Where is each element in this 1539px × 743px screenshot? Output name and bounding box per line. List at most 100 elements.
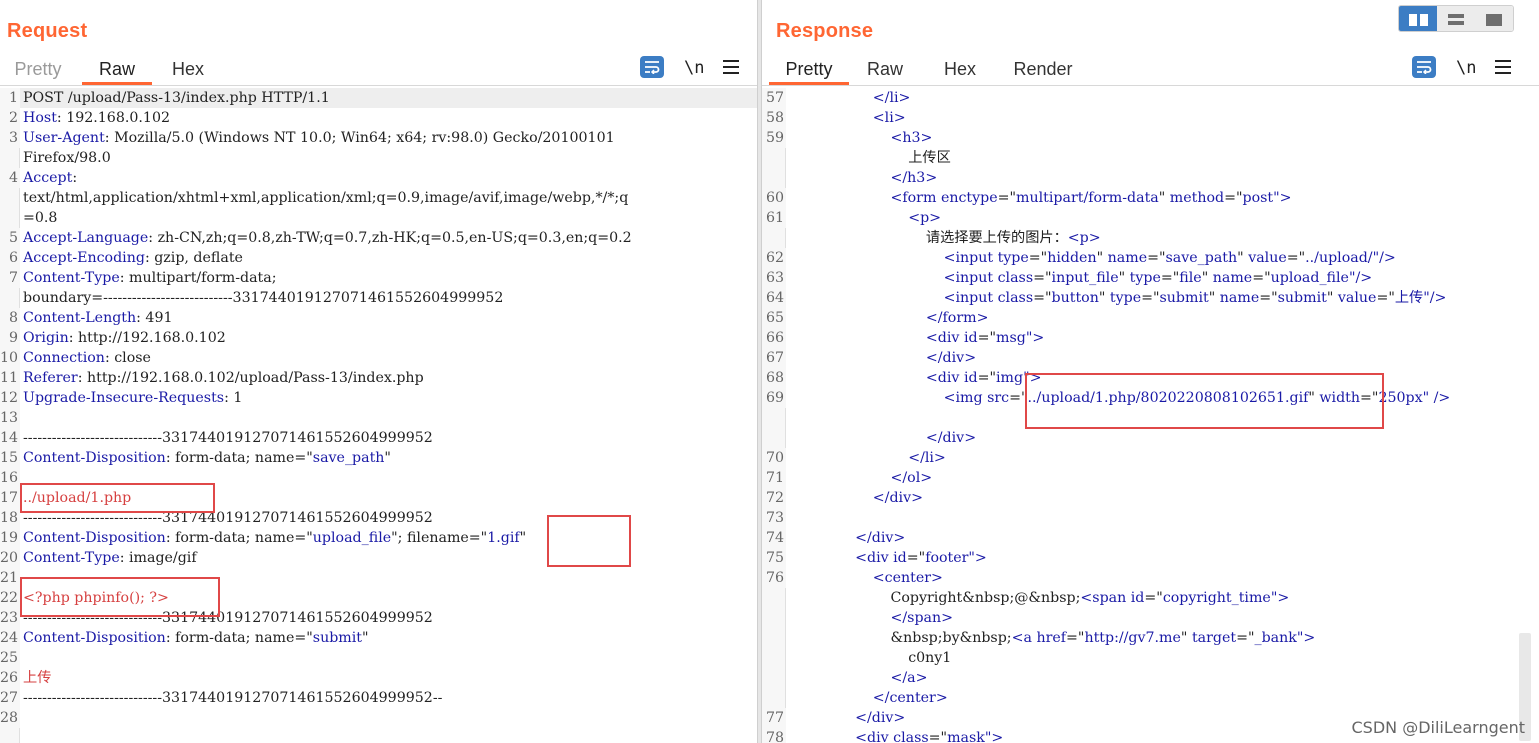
- line-number: 24: [0, 628, 20, 648]
- code-token: =": [997, 190, 1017, 206]
- stacked-rows-icon[interactable]: [1437, 6, 1475, 31]
- line-content: =0.8: [23, 208, 57, 228]
- code-token: =": [1286, 250, 1306, 266]
- code-token: ">: [1296, 630, 1316, 646]
- code-token: </li>: [872, 90, 911, 106]
- request-tab-pretty[interactable]: Pretty: [13, 57, 63, 85]
- code-token: =0.8: [23, 210, 58, 226]
- line-content: text/html,application/xhtml+xml,applicat…: [23, 188, 628, 208]
- response-line: 62 <input type="hidden" name="save_path" …: [762, 248, 1539, 268]
- code-token: <li>: [872, 110, 906, 126]
- code-token: -----------------------------33174401912…: [23, 510, 433, 526]
- response-line: </a>: [762, 668, 1539, 688]
- code-token: =": [1066, 630, 1085, 646]
- code-token: 1.gif: [487, 530, 520, 546]
- code-token: User-Agent: [23, 130, 105, 146]
- code-token: :: [72, 170, 78, 186]
- line-content: <img src="../upload/1.php/80202208081026…: [802, 388, 1451, 408]
- line-content: Content-Disposition: form-data; name="su…: [23, 628, 369, 648]
- response-editor[interactable]: 57 </li> 58 <li> 59 <h3> 上传区 </h3> 60 <form encty…: [762, 88, 1539, 743]
- line-content: <center>: [802, 568, 943, 588]
- line-content: </li>: [802, 88, 911, 108]
- code-token: </div>: [925, 430, 977, 446]
- line-content: Firefox/98.0: [23, 148, 111, 168]
- request-line: 2 Host: 192.168.0.102: [0, 108, 757, 128]
- code-token: </center>: [872, 690, 948, 706]
- code-token: ">: [1025, 330, 1045, 346]
- line-content: </div>: [802, 528, 905, 548]
- code-token: ": [1308, 390, 1320, 406]
- newline-toggle[interactable]: \n: [684, 56, 704, 80]
- request-line: 5 Accept-Language: zh-CN,zh;q=0.8,zh-TW;q…: [0, 228, 757, 248]
- response-line: Copyright&nbsp;@&nbsp;<span id="copyrigh…: [762, 588, 1539, 608]
- code-token: img: [995, 370, 1024, 386]
- request-tab-raw[interactable]: Raw: [82, 57, 152, 85]
- code-token: 上传: [23, 670, 52, 686]
- code-token: =": [1033, 270, 1052, 286]
- code-token: <a: [1011, 630, 1037, 646]
- wrap-lines-icon[interactable]: [640, 56, 664, 80]
- wrap-lines-icon[interactable]: [1412, 56, 1436, 80]
- code-token: : multipart/form-data;: [119, 270, 277, 286]
- line-number: 8: [0, 308, 20, 328]
- line-content: </div>: [802, 708, 905, 728]
- single-pane-icon[interactable]: [1475, 6, 1513, 31]
- line-content: </li>: [802, 448, 946, 468]
- code-token: ">: [984, 730, 1004, 743]
- request-editor[interactable]: 1 POST /upload/Pass-13/index.php HTTP/1.1…: [0, 88, 757, 743]
- line-number: 62: [762, 248, 786, 268]
- code-token: : 491: [136, 310, 173, 326]
- line-number: 20: [0, 548, 20, 568]
- code-token: input_file: [1051, 270, 1119, 286]
- code-token: ": [384, 450, 391, 466]
- line-content: Content-Disposition: form-data; name="sa…: [23, 448, 391, 468]
- request-line: 20 Content-Type: image/gif: [0, 548, 757, 568]
- newline-toggle[interactable]: \n: [1456, 56, 1476, 80]
- request-line: 1 POST /upload/Pass-13/index.php HTTP/1.1: [0, 88, 757, 108]
- code-token: </div>: [855, 710, 906, 726]
- line-number: 18: [0, 508, 20, 528]
- request-tab-hex[interactable]: Hex: [166, 57, 210, 85]
- hamburger-menu-icon[interactable]: [1495, 56, 1511, 78]
- code-token: ">: [1270, 590, 1290, 606]
- side-by-side-icon[interactable]: [1399, 6, 1437, 31]
- response-line: 71 </ol>: [762, 468, 1539, 488]
- line-number: 11: [0, 368, 20, 388]
- response-line: 59 <h3>: [762, 128, 1539, 148]
- code-token: <input: [943, 290, 998, 306]
- line-number: 25: [0, 648, 20, 668]
- code-token: class: [997, 290, 1034, 306]
- line-content: <div class="mask">: [802, 728, 1003, 743]
- response-tab-pretty[interactable]: Pretty: [769, 57, 849, 85]
- code-token: : zh-CN,zh;q=0.8,zh-TW;q=0.7,zh-HK;q=0.5…: [148, 230, 632, 246]
- code-token: -----------------------------33174401912…: [23, 690, 443, 706]
- code-token: Accept-Language: [23, 230, 149, 246]
- line-number: 17: [0, 488, 20, 508]
- line-number: 13: [0, 408, 20, 428]
- code-token: type: [997, 250, 1029, 266]
- response-tab-hex[interactable]: Hex: [940, 57, 980, 85]
- line-content: Referer: http://192.168.0.102/upload/Pas…: [23, 368, 424, 388]
- code-token: <div: [925, 370, 964, 386]
- code-token: <?php phpinfo(); ?>: [23, 590, 169, 606]
- request-line: 25: [0, 648, 757, 668]
- code-token: =": [928, 730, 948, 743]
- code-token: <div: [925, 330, 964, 346]
- code-token: <div: [855, 730, 894, 743]
- line-content: </div>: [802, 488, 923, 508]
- line-number: 71: [762, 468, 786, 488]
- code-token: ": [1237, 250, 1249, 266]
- line-number: 57: [762, 88, 786, 108]
- code-token: msg: [995, 330, 1026, 346]
- line-content: </form>: [802, 308, 989, 328]
- code-token: ": [1180, 630, 1192, 646]
- response-tab-render[interactable]: Render: [1010, 57, 1076, 85]
- code-token: 上传: [1394, 290, 1424, 306]
- code-token: "; filename=": [391, 530, 488, 546]
- hamburger-menu-icon[interactable]: [723, 56, 739, 78]
- line-number: 5: [0, 228, 20, 248]
- response-tab-raw[interactable]: Raw: [867, 57, 903, 85]
- code-token: 上传区: [908, 150, 951, 166]
- code-token: ": [519, 530, 527, 546]
- line-number: 65: [762, 308, 786, 328]
